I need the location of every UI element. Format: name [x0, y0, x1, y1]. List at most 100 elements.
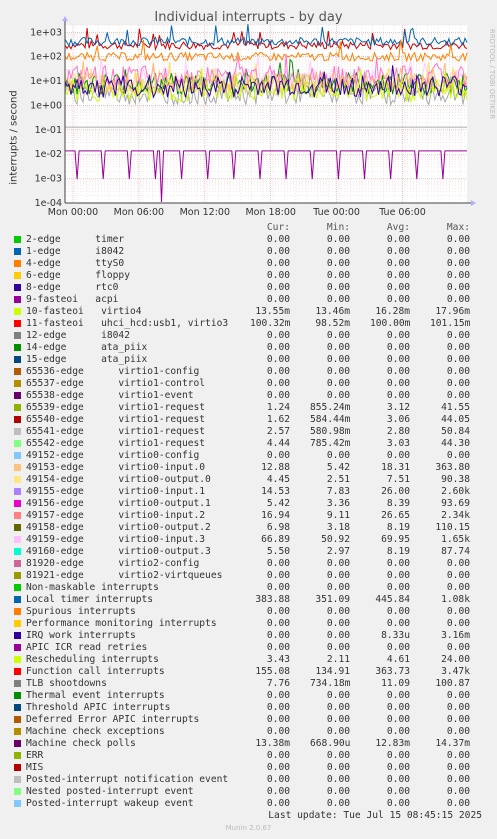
- legend-row: 9-fasteoi acpi 0.00 0.00 0.00 0.00: [0, 294, 497, 306]
- legend-min-value: 5.42: [326, 462, 350, 473]
- legend-swatch: [14, 404, 21, 411]
- legend-cur-value: 0.00: [266, 234, 290, 245]
- legend-min-value: 734.18m: [310, 678, 351, 689]
- legend-swatch: [14, 728, 21, 735]
- legend-max-value: 0.00: [446, 354, 470, 365]
- legend-avg-value: 26.00: [381, 486, 410, 497]
- legend-label: Local timer interrupts: [26, 594, 154, 605]
- legend-min-value: 351.09: [315, 594, 350, 605]
- legend-cur-value: 0.00: [266, 354, 290, 365]
- legend-cur-value: 13.55m: [255, 306, 290, 317]
- legend-header-avg: Avg:: [386, 222, 410, 233]
- legend-swatch: [14, 452, 21, 459]
- legend-swatch: [14, 716, 21, 723]
- legend-swatch: [14, 572, 21, 579]
- legend-avg-value: 0.00: [386, 354, 410, 365]
- legend-row: 65539-edge virtio1-request 1.24 855.24m 3.1…: [0, 402, 497, 414]
- legend-min-value: 2.97: [326, 546, 350, 557]
- legend-row: 81920-edge virtio2-config 0.00 0.00 0.00 0.0…: [0, 558, 497, 570]
- legend-cur-value: 13.38m: [255, 738, 290, 749]
- legend-max-value: 0.00: [446, 450, 470, 461]
- legend-max-value: 0.00: [446, 390, 470, 401]
- legend-min-value: 0.00: [326, 642, 350, 653]
- legend-avg-value: 2.80: [386, 426, 410, 437]
- legend-header-min: Min:: [326, 222, 350, 233]
- legend-max-value: 44.30: [441, 438, 470, 449]
- legend-swatch: [14, 608, 21, 615]
- legend-avg-value: 0.00: [386, 798, 410, 809]
- legend-swatch: [14, 248, 21, 255]
- y-tick-label: 1e+00: [30, 100, 62, 111]
- legend-avg-value: 3.12: [386, 402, 410, 413]
- legend-row: Deferred Error APIC interrupts 0.00 0.00 0.…: [0, 714, 497, 726]
- legend-row: 1-edge i8042 0.00 0.00 0.00 0.00: [0, 246, 497, 258]
- legend-cur-value: 4.44: [266, 438, 290, 449]
- legend-min-value: 0.00: [326, 606, 350, 617]
- legend-label: 49152-edge virtio0-config: [26, 450, 200, 461]
- legend-max-value: 0.00: [446, 762, 470, 773]
- legend-row: Machine check polls 13.38m 668.90u 12.83m 14…: [0, 738, 497, 750]
- legend-min-value: 584.44m: [310, 414, 351, 425]
- legend-row: 81921-edge virtio2-virtqueues 0.00 0.00 0.0…: [0, 570, 497, 582]
- legend-swatch: [14, 236, 21, 243]
- legend-swatch: [14, 632, 21, 639]
- legend-swatch: [14, 680, 21, 687]
- legend-avg-value: 69.95: [381, 534, 410, 545]
- legend-swatch: [14, 476, 21, 483]
- legend-label: 1-edge i8042: [26, 246, 125, 257]
- legend-min-value: 0.00: [326, 774, 350, 785]
- legend-row: ERR 0.00 0.00 0.00 0.00: [0, 750, 497, 762]
- legend-label: MIS: [26, 762, 44, 773]
- legend-avg-value: 0.00: [386, 258, 410, 269]
- legend-max-value: 0.00: [446, 714, 470, 725]
- legend-avg-value: 0.00: [386, 606, 410, 617]
- legend-avg-value: 0.00: [386, 558, 410, 569]
- legend-min-value: 0.00: [326, 786, 350, 797]
- legend-swatch: [14, 272, 21, 279]
- legend-min-value: 0.00: [326, 750, 350, 761]
- legend-label: 49160-edge virtio0-output.3: [26, 546, 211, 557]
- y-tick-label: 1e+02: [30, 52, 62, 63]
- y-tick-label: 1e+03: [30, 27, 62, 38]
- legend-max-value: 0.00: [446, 750, 470, 761]
- legend-label: APIC ICR read retries: [26, 642, 148, 653]
- legend-max-value: 0.00: [446, 282, 470, 293]
- legend-row: Thermal event interrupts 0.00 0.00 0.00 0.00: [0, 690, 497, 702]
- legend-cur-value: 1.24: [266, 402, 290, 413]
- legend-label: IRQ work interrupts: [26, 630, 136, 641]
- legend-max-value: 0.00: [446, 702, 470, 713]
- legend-avg-value: 11.09: [381, 678, 410, 689]
- legend-row: 4-edge ttyS0 0.00 0.00 0.00 0.00: [0, 258, 497, 270]
- legend-max-value: 0.00: [446, 606, 470, 617]
- legend-row: Posted-interrupt wakeup event 0.00 0.00 0.0…: [0, 798, 497, 810]
- legend-avg-value: 0.00: [386, 642, 410, 653]
- legend-max-value: 0.00: [446, 570, 470, 581]
- legend-row: 15-edge ata_piix 0.00 0.00 0.00 0.00: [0, 354, 497, 366]
- legend-avg-value: 0.00: [386, 450, 410, 461]
- legend-avg-value: 0.00: [386, 714, 410, 725]
- legend-min-value: 98.52m: [315, 318, 350, 329]
- legend-cur-value: 0.00: [266, 702, 290, 713]
- legend-min-value: 0.00: [326, 390, 350, 401]
- legend-min-value: 0.00: [326, 330, 350, 341]
- legend-cur-value: 0.00: [266, 342, 290, 353]
- legend-avg-value: 100.00m: [370, 318, 411, 329]
- legend-avg-value: 8.19: [386, 546, 410, 557]
- legend-row: 65540-edge virtio1-request 1.62 584.44m 3.0…: [0, 414, 497, 426]
- legend-swatch: [14, 500, 21, 507]
- legend-cur-value: 0.00: [266, 390, 290, 401]
- legend-cur-value: 0.00: [266, 642, 290, 653]
- legend-row: Rescheduling interrupts 3.43 2.11 4.61 24.00: [0, 654, 497, 666]
- legend-label: 65539-edge virtio1-request: [26, 402, 206, 413]
- legend-swatch: [14, 296, 21, 303]
- legend-row: 65541-edge virtio1-request 2.57 580.98m 2.8…: [0, 426, 497, 438]
- legend-cur-value: 3.43: [266, 654, 290, 665]
- legend-label: 81921-edge virtio2-virtqueues: [26, 570, 223, 581]
- legend-max-value: 0.00: [446, 726, 470, 737]
- legend-swatch: [14, 488, 21, 495]
- legend-swatch: [14, 416, 21, 423]
- legend-label: Function call interrupts: [26, 666, 165, 677]
- legend-cur-value: 0.00: [266, 690, 290, 701]
- legend-label: 14-edge ata_piix: [26, 342, 148, 353]
- legend-max-value: 44.05: [441, 414, 470, 425]
